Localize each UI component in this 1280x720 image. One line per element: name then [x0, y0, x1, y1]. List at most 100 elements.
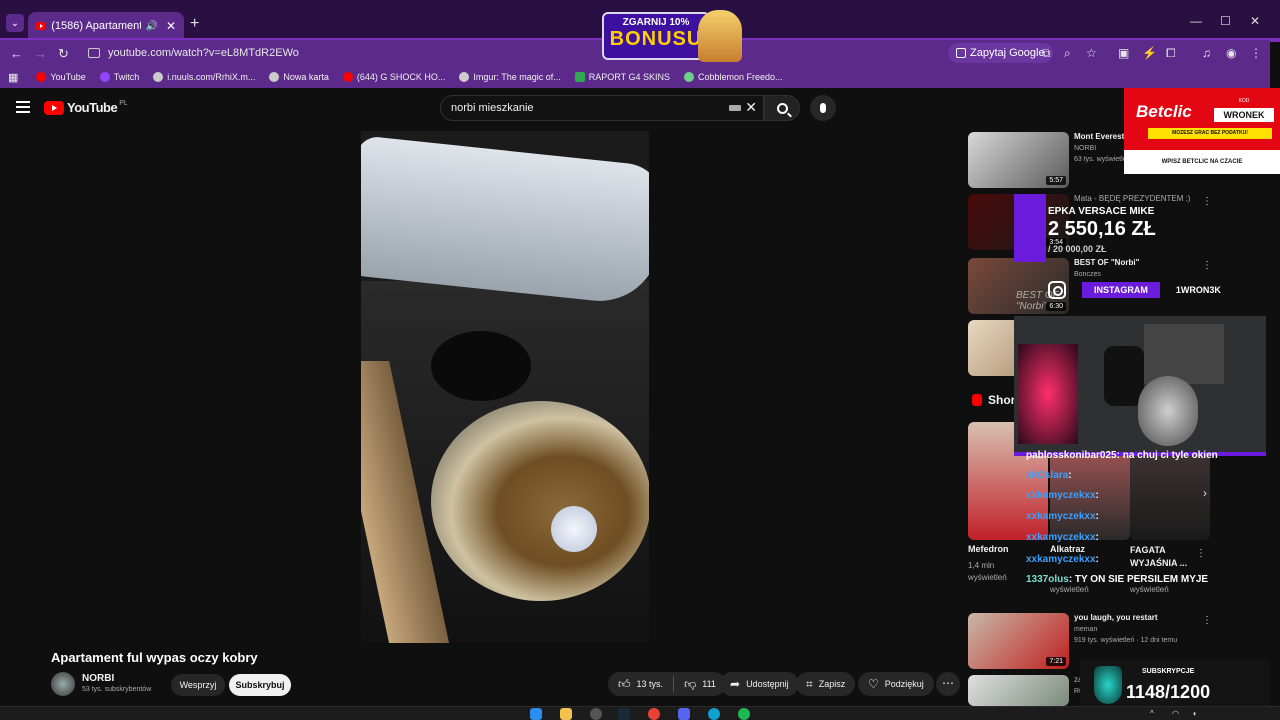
zoom-icon[interactable]: ⌕ — [1064, 46, 1071, 61]
promo-figure-image — [698, 10, 742, 62]
subscriber-count: 53 tys. subskrybentów — [82, 686, 152, 693]
back-icon[interactable]: ← — [10, 46, 23, 61]
profile-icon[interactable]: ◉ — [1226, 46, 1236, 60]
video-player[interactable] — [361, 131, 649, 643]
youtube-header: YouTube PL norbi mieszkanie ✕ — [0, 88, 1280, 128]
share-label: Udostępnij — [746, 679, 789, 689]
bookmark-icon: ⌗ — [806, 676, 813, 691]
clear-search-icon[interactable]: ✕ — [745, 99, 757, 116]
bookmark-youtube[interactable]: YouTube — [36, 72, 86, 82]
video-thumbnail[interactable]: 7:21 — [968, 613, 1069, 669]
edge-icon[interactable] — [708, 708, 720, 720]
wifi-icon[interactable]: ◠ — [1172, 709, 1179, 718]
rec-title[interactable]: Mont Everest — [1074, 132, 1124, 141]
spotify-icon[interactable] — [738, 708, 750, 720]
thumbs-down-icon[interactable]: 👎︎ — [684, 677, 696, 692]
short-title[interactable]: Mefedron — [968, 544, 1009, 554]
channel-avatar[interactable] — [51, 672, 75, 696]
youtube-icon — [342, 72, 353, 82]
bookmark-cobblemon[interactable]: Cobblemon Freedo... — [683, 72, 783, 82]
minimize-icon[interactable]: — — [1190, 14, 1202, 28]
stream-chat-overlay: pablosskonibar025: na chuj ci tyle okien… — [1026, 448, 1276, 588]
close-tab-icon[interactable]: ✕ — [166, 19, 176, 33]
volume-icon[interactable]: ◖ — [1192, 709, 1197, 718]
file-explorer-icon[interactable] — [560, 708, 572, 720]
menu-dots-icon[interactable]: ⋮ — [1250, 46, 1262, 60]
new-tab-icon[interactable]: + — [190, 15, 199, 33]
voice-search-button[interactable] — [810, 95, 836, 121]
speaker-icon[interactable]: 🔊 — [145, 21, 157, 32]
thumbs-up-icon[interactable]: 👍︎ — [618, 677, 631, 692]
share-button[interactable]: ➦ Udostępnij — [720, 672, 799, 696]
duration: 5:57 — [1046, 176, 1066, 185]
dislike-count[interactable]: 111 — [702, 679, 716, 689]
promo-line-2: BONUSU — [609, 28, 703, 50]
like-count[interactable]: 13 tys. — [637, 679, 664, 689]
chat-message: pablosskonibar025: na chuj ci tyle okien — [1026, 450, 1218, 461]
subgoal-value: 1148/1200 — [1126, 682, 1211, 702]
subscribe-button[interactable]: Subskrybuj — [229, 674, 291, 696]
code-label: KOD — [1238, 98, 1250, 104]
globe-icon — [153, 72, 164, 82]
steam-icon[interactable] — [618, 708, 630, 720]
bookmark-imgur[interactable]: Imgur: The magic of... — [459, 72, 561, 82]
settings-icon[interactable] — [590, 708, 602, 720]
site-info-icon[interactable] — [88, 48, 100, 58]
rec-menu-icon[interactable]: ⋮ — [1202, 615, 1212, 626]
donation-goal-overlay: EPKA VERSACE MIKE 2 550,16 ZŁ / 20 000,0… — [1014, 194, 1264, 262]
bookmark-star-icon[interactable]: ☆ — [1086, 46, 1097, 60]
betclic-strip: MOZESZ GRAC BEZ PODATKU! — [1148, 128, 1272, 139]
search-value: norbi mieszkanie — [451, 102, 534, 114]
reload-icon[interactable]: ↻ — [58, 46, 69, 62]
search-input[interactable]: norbi mieszkanie ✕ — [440, 95, 764, 121]
install-icon[interactable]: ⧉ — [1042, 46, 1051, 61]
tab-title: (1586) Apartament ful wypas oczy kobry — [51, 20, 142, 32]
more-actions-icon[interactable]: ⋯ — [936, 672, 960, 696]
menu-icon[interactable] — [16, 101, 30, 113]
cobblemon-icon — [683, 72, 694, 82]
rec-title[interactable]: you laugh, you restart — [1074, 613, 1158, 622]
chat-message: 1337olus: TY ON SIE PERSILEM MYJE — [1026, 574, 1209, 585]
tab-search-icon[interactable]: ⌄ — [6, 14, 24, 32]
instagram-label: INSTAGRAM — [1082, 282, 1160, 298]
thanks-button[interactable]: ♡ Podziękuj — [858, 672, 934, 696]
browser-tab[interactable]: (1586) Apartament ful wypas oczy kobry 🔊… — [28, 12, 184, 40]
instagram-icon — [1048, 281, 1066, 299]
youtube-logo[interactable]: YouTube PL — [44, 100, 128, 115]
bookmark-raport[interactable]: RAPORT G4 SKINS — [574, 72, 670, 82]
bookmark-nuuls[interactable]: i.nuuls.com/RrhiX.m... — [153, 72, 255, 82]
url-field[interactable]: youtube.com/watch?v=eL8MTdR2EWo — [80, 42, 940, 64]
channel-name[interactable]: NORBI — [82, 673, 114, 684]
bookmark-twitch[interactable]: Twitch — [99, 72, 139, 82]
video-thumbnail[interactable] — [968, 675, 1069, 706]
chrome-icon[interactable] — [648, 708, 660, 720]
forward-icon[interactable]: → — [34, 46, 47, 61]
thanks-label: Podziękuj — [884, 679, 924, 689]
bookmark-g-shock[interactable]: (644) G SHOCK HO... — [342, 72, 445, 82]
screen: { "browser": { "tab_title": "(1586) Apar… — [0, 0, 1280, 720]
media-icon[interactable]: ♫ — [1202, 46, 1211, 60]
duration: 6:30 — [1046, 302, 1066, 311]
extension-icon[interactable]: ▣ — [1118, 46, 1129, 60]
lens-icon — [956, 48, 966, 58]
tray-chevron-icon[interactable]: ^ — [1150, 709, 1154, 718]
channel-row: NORBI 53 tys. subskrybentów Wesprzyj Sub… — [51, 672, 611, 698]
twitch-icon — [99, 72, 110, 82]
video-title: Apartament ful wypas oczy kobry — [51, 650, 258, 665]
search-button[interactable] — [764, 95, 800, 121]
youtube-favicon-icon — [36, 22, 46, 30]
extensions-icon[interactable]: ⧠ — [1166, 46, 1176, 61]
keyboard-icon[interactable] — [729, 105, 741, 111]
extension-2-icon[interactable]: ⚡ — [1142, 46, 1157, 60]
ask-google-button[interactable]: Zapytaj Google — [948, 43, 1053, 63]
bookmark-new-tab[interactable]: Nowa karta — [269, 72, 329, 82]
discord-icon[interactable] — [678, 708, 690, 720]
video-thumbnail[interactable]: 5:57 — [968, 132, 1069, 188]
logo-text: YouTube — [67, 100, 118, 115]
close-window-icon[interactable]: ✕ — [1250, 14, 1260, 28]
apps-grid-icon[interactable]: ▦ — [8, 71, 18, 84]
maximize-icon[interactable]: ☐ — [1220, 14, 1231, 28]
support-button[interactable]: Wesprzyj — [171, 674, 225, 696]
save-button[interactable]: ⌗ Zapisz — [796, 672, 856, 696]
windows-start-icon[interactable] — [530, 708, 542, 720]
